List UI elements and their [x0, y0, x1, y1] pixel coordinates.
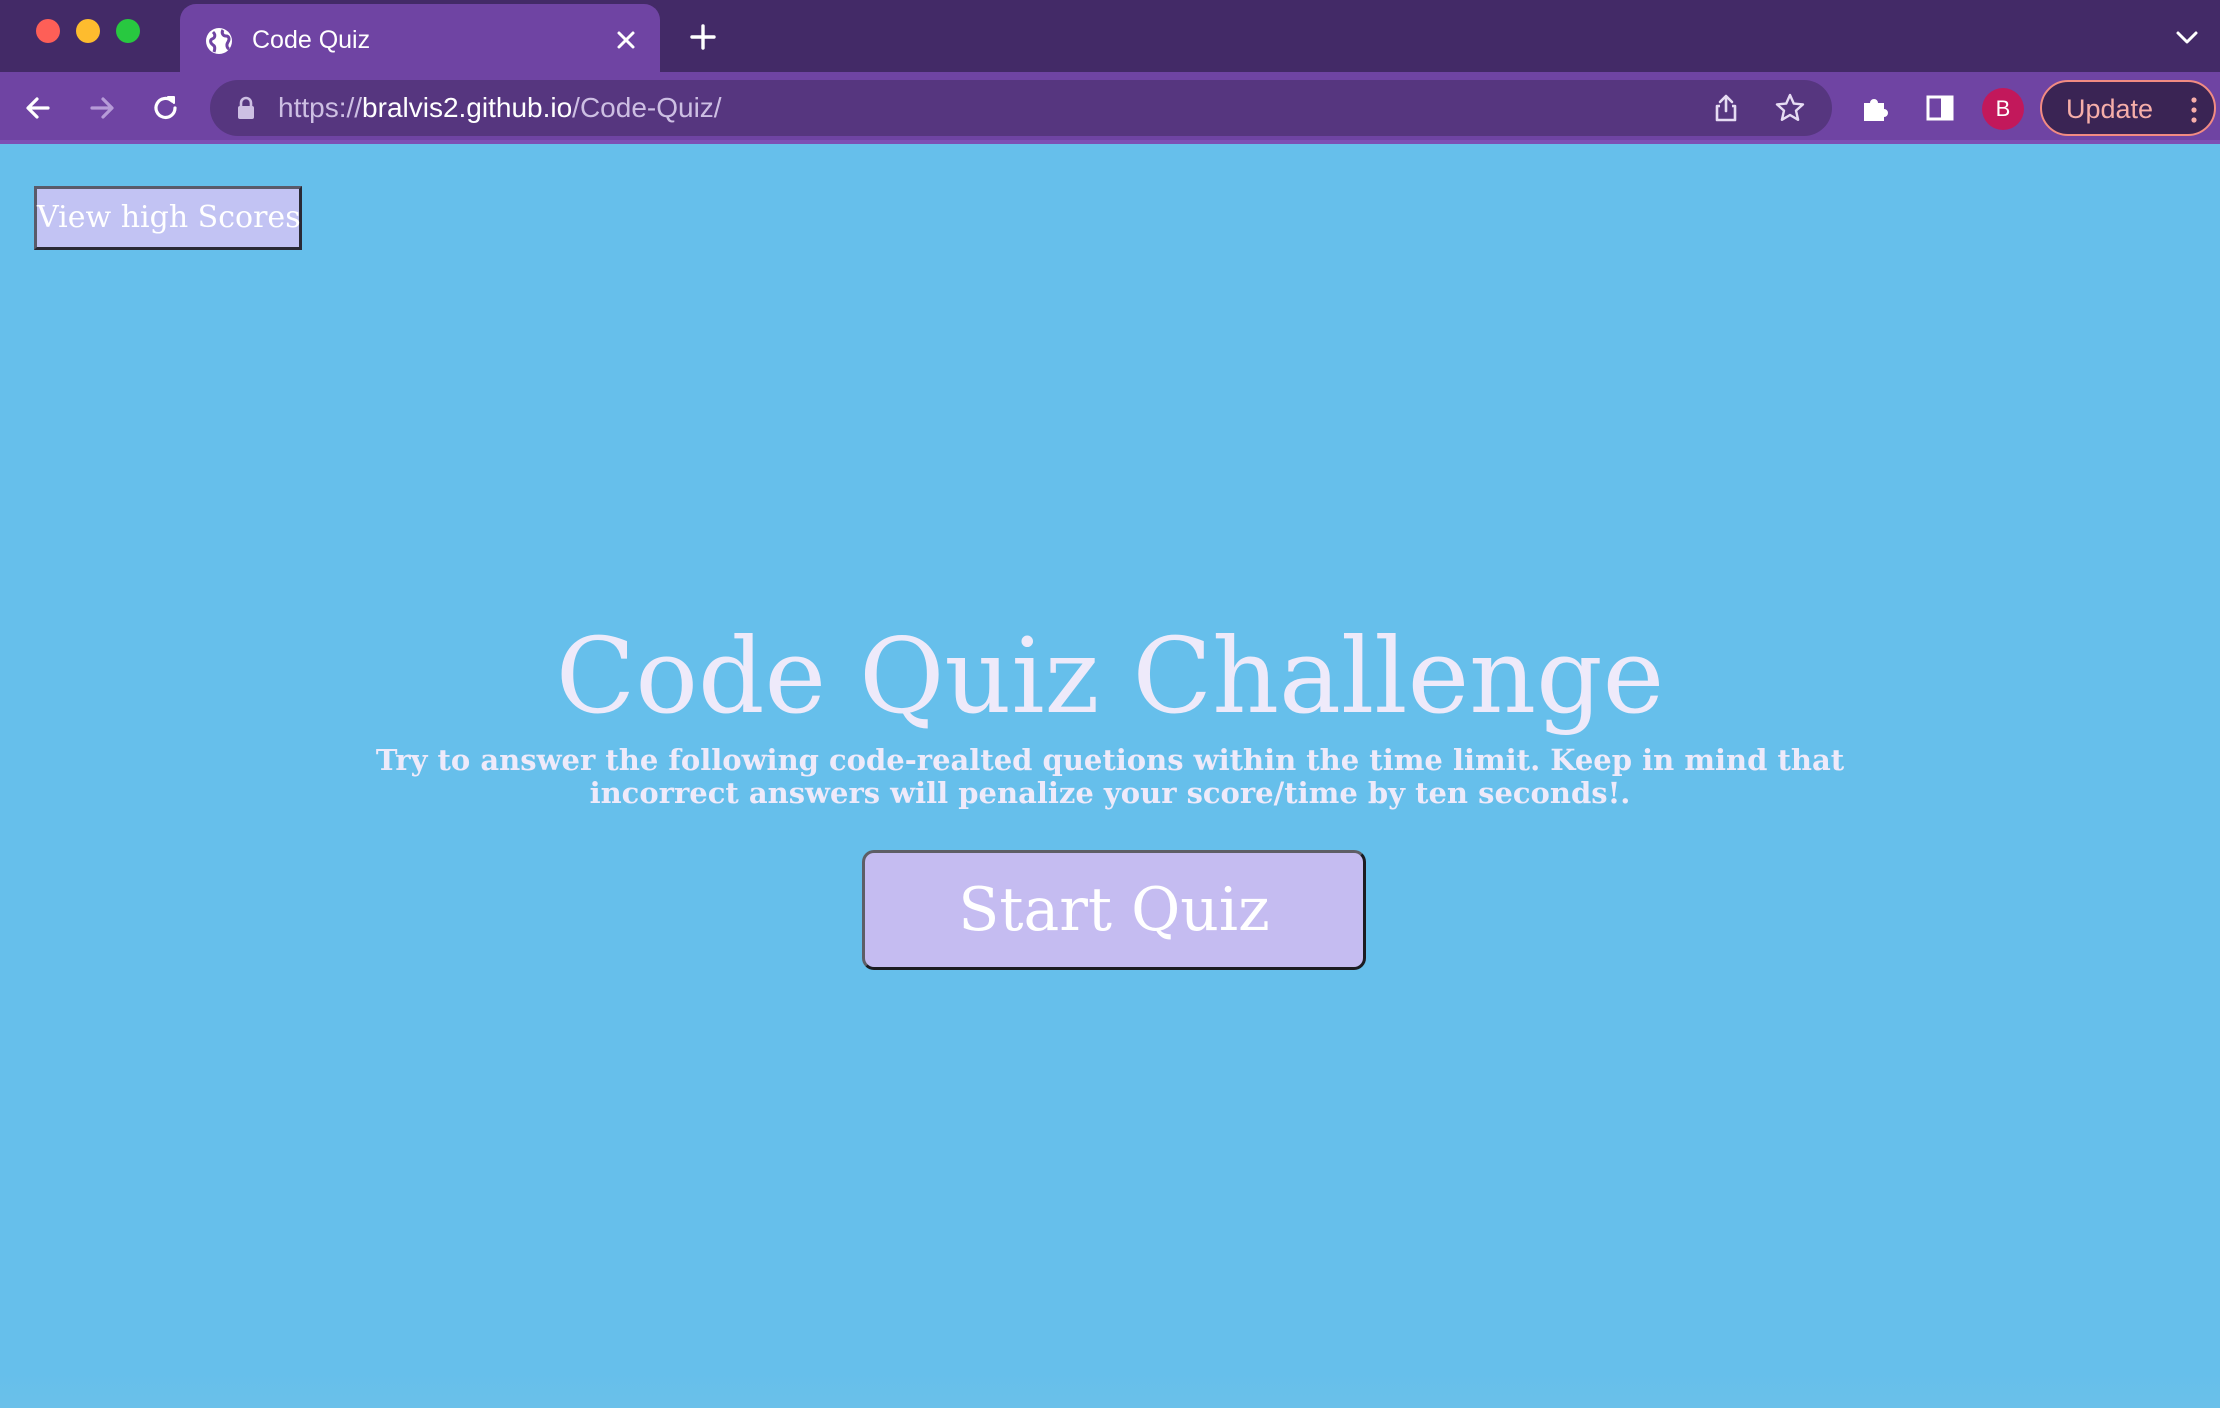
tab-title: Code Quiz	[252, 26, 371, 54]
browser-toolbar: https://bralvis2.github.io/Code-Quiz/ B …	[0, 72, 2220, 144]
url-host: bralvis2.github.io	[362, 92, 573, 123]
update-label: Update	[2066, 94, 2154, 124]
profile-avatar[interactable]: B	[1982, 88, 2024, 130]
url-text: https://bralvis2.github.io/Code-Quiz/	[278, 91, 722, 125]
globe-icon	[206, 28, 232, 54]
arrow-right-icon[interactable]	[84, 90, 120, 126]
puzzle-icon[interactable]	[1858, 90, 1894, 126]
window-maximize-button[interactable]	[116, 19, 140, 43]
lock-icon[interactable]	[236, 96, 256, 120]
browser-tab-active[interactable]: Code Quiz	[180, 4, 660, 72]
update-button[interactable]: Update	[2040, 80, 2216, 136]
side-panel-icon[interactable]	[1922, 90, 1958, 126]
chevron-down-icon[interactable]	[2174, 26, 2200, 48]
quiz-page: View high Scores Code Quiz Challenge Try…	[0, 144, 2220, 1408]
address-bar[interactable]: https://bralvis2.github.io/Code-Quiz/	[210, 80, 1832, 136]
page-title: Code Quiz Challenge	[555, 615, 1665, 737]
quiz-description: Try to answer the following code-realted…	[375, 743, 1845, 810]
view-high-scores-button[interactable]: View high Scores	[34, 186, 302, 250]
plus-icon[interactable]	[688, 22, 718, 52]
kebab-menu-icon[interactable]	[2188, 96, 2200, 124]
start-quiz-button[interactable]: Start Quiz	[862, 850, 1366, 970]
window-close-button[interactable]	[36, 19, 60, 43]
share-icon[interactable]	[1710, 92, 1742, 124]
url-path: /Code-Quiz/	[572, 92, 722, 123]
arrow-left-icon[interactable]	[20, 90, 56, 126]
browser-tab-strip: Code Quiz	[0, 0, 2220, 72]
url-scheme: https://	[278, 92, 363, 123]
window-minimize-button[interactable]	[76, 19, 100, 43]
star-icon[interactable]	[1774, 92, 1806, 124]
reload-icon[interactable]	[148, 90, 184, 126]
page-footer-edge	[0, 1372, 2220, 1408]
close-icon[interactable]	[612, 26, 640, 54]
